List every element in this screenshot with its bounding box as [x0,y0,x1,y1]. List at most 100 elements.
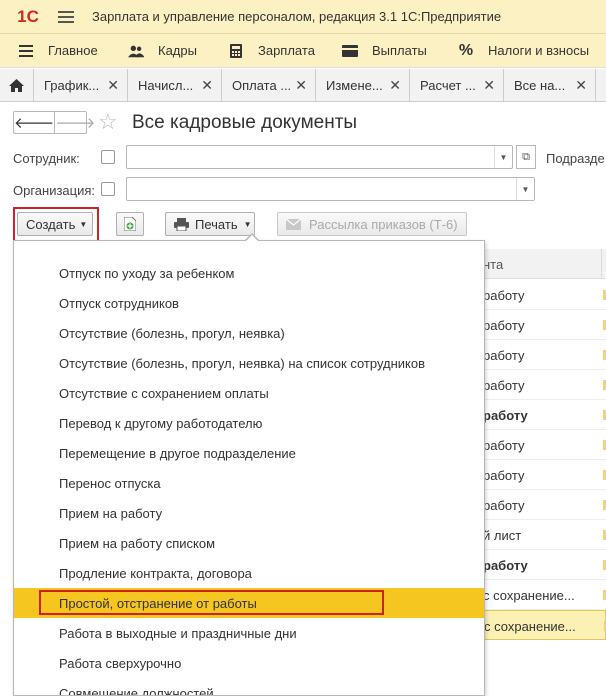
favorite-star-icon[interactable]: ☆ [98,110,118,134]
chevron-down-icon[interactable]: ▼ [494,146,512,168]
menu-item[interactable]: Отпуск сотрудников [14,288,484,318]
dropdown-arrow-icon: ▼ [243,219,252,229]
close-icon[interactable]: ✕ [389,77,401,94]
table-cell: работу [483,378,525,393]
menu-item[interactable]: Отсутствие (болезнь, прогул, неявка) на … [14,348,484,378]
menu-item[interactable]: Отпуск по уходу за ребенком [14,258,484,288]
menu-item-label: Совмещение должностей [59,686,214,696]
column-header: нта [483,257,504,272]
home-icon [9,78,24,92]
table-cell: работу [483,348,525,363]
close-icon[interactable]: ✕ [483,77,495,94]
table-cell: работу [483,438,525,453]
menu-item-label: Продление контракта, договора [59,566,252,581]
menu-item-label: Отпуск сотрудников [59,296,179,311]
menu-item-label: Перенос отпуска [59,476,161,491]
table-row[interactable]: работу [483,550,606,580]
open-icon[interactable]: ⧉ [516,145,536,169]
print-button-label: Печать [195,216,238,232]
menu-item-label: Отпуск по уходу за ребенком [59,266,235,281]
employee-field[interactable]: ▼ [126,145,513,169]
table-row[interactable]: работу [483,430,606,460]
home-tab[interactable] [0,69,34,101]
close-icon[interactable]: ✕ [107,77,119,94]
section-payments[interactable]: Выплаты [324,34,440,67]
table-row[interactable]: работу [483,340,606,370]
wallet-icon [342,43,358,59]
section-main[interactable]: Главное [0,34,110,67]
tab-label: Измене... [326,77,383,93]
organization-label: Организация: [13,183,96,198]
table-row[interactable]: работу [483,460,606,490]
table-cell: с сохранение... [483,588,575,603]
tab-label: Начисл... [138,77,194,93]
forward-arrow-icon[interactable]: 🡒 [55,112,95,133]
menu-item-label: Отсутствие с сохранением оплаты [59,386,269,401]
title-bar: 1С Зарплата и управление персоналом, ред… [0,0,606,34]
section-label: Налоги и взносы [488,43,590,58]
menu-item-label: Работа в выходные и праздничные дни [59,626,297,641]
section-label: Зарплата [258,43,315,58]
table-row[interactable]: с сохранение... [483,610,606,640]
printer-icon [174,217,189,231]
table-row[interactable]: работу [483,310,606,340]
menu-item-label: Прием на работу списком [59,536,215,551]
table-row[interactable]: работу [483,490,606,520]
page-title: Все кадровые документы [132,112,358,133]
menu-item[interactable]: Перенос отпуска [14,468,484,498]
menu-item[interactable]: Прием на работу [14,498,484,528]
section-hr[interactable]: Кадры [110,34,210,67]
print-button[interactable]: Печать ▼ [165,212,255,236]
employee-label: Сотрудник: [13,151,80,166]
mailing-button-label: Рассылка приказов (Т-6) [309,216,458,232]
menu-item[interactable]: Совмещение должностей [14,678,484,696]
menu-item-label: Отсутствие (болезнь, прогул, неявка) [59,326,285,341]
hamburger-icon [18,43,34,59]
tab-label: График... [44,77,100,93]
section-salary[interactable]: Зарплата [210,34,324,67]
documents-table: нта работу работу работу работу работу работу… [483,249,606,696]
menu-item[interactable]: Перемещение в другое подразделение [14,438,484,468]
tab-changes[interactable]: Измене... ✕ [316,69,410,101]
menu-item[interactable]: Работа в выходные и праздничные дни [14,618,484,648]
main-menu-icon[interactable] [58,10,74,23]
back-arrow-icon[interactable]: 🡐 [14,112,56,133]
chevron-down-icon[interactable]: ▼ [516,178,534,200]
menu-item-highlight [39,590,384,615]
tab-all-documents[interactable]: Все на... ✕ [504,69,596,101]
create-dropdown-menu: Отпуск по уходу за ребенком Отпуск сотруд… [13,240,485,696]
menu-item[interactable]: Перевод к другому работодателю [14,408,484,438]
table-row[interactable]: работу [483,370,606,400]
table-cell: работу [483,468,525,483]
close-icon[interactable]: ✕ [201,77,213,94]
menu-item[interactable]: Продление контракта, договора [14,558,484,588]
menu-item[interactable]: Простой, отстранение от работы [14,588,484,618]
menu-item[interactable]: Работа сверхурочно [14,648,484,678]
mailing-button[interactable]: Рассылка приказов (Т-6) [277,212,467,236]
menu-item[interactable]: Прием на работу списком [14,528,484,558]
close-icon[interactable]: ✕ [575,77,587,94]
department-label: Подразде [546,151,605,166]
section-taxes[interactable]: % Налоги и взносы [440,34,606,67]
tab-payment[interactable]: Оплата ... ✕ [222,69,316,101]
menu-item[interactable]: Отсутствие с сохранением оплаты [14,378,484,408]
add-document-button[interactable] [116,212,144,236]
menu-item[interactable]: Отсутствие (болезнь, прогул, неявка) [14,318,484,348]
table-cell: работу [483,408,528,423]
table-row[interactable]: работу [483,280,606,310]
tab-schedule[interactable]: График... ✕ [34,69,128,101]
employee-checkbox[interactable] [101,150,115,164]
table-cell: работу [483,318,525,333]
calculator-icon [228,43,244,59]
table-row[interactable]: работу [483,400,606,430]
tab-accruals[interactable]: Начисл... ✕ [128,69,222,101]
tab-label: Оплата ... [232,77,292,93]
tab-calculation[interactable]: Расчет ... ✕ [410,69,504,101]
section-label: Главное [48,43,98,58]
table-header: нта [483,249,606,279]
organization-checkbox[interactable] [101,182,115,196]
close-icon[interactable]: ✕ [295,77,307,94]
table-row[interactable]: с сохранение... [483,580,606,610]
organization-field[interactable]: ▼ [126,177,535,201]
table-row[interactable]: й лист [483,520,606,550]
